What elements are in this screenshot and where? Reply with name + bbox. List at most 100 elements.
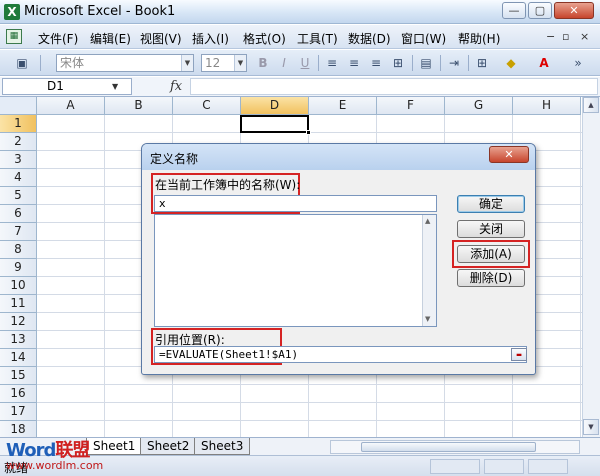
dialog-titlebar[interactable]: 定义名称 ✕ bbox=[142, 144, 535, 170]
menu-tools[interactable]: 工具(T) bbox=[297, 30, 338, 47]
doc-close-button[interactable]: × bbox=[580, 30, 589, 43]
chevron-down-icon[interactable]: ▼ bbox=[234, 55, 246, 71]
row-header-11[interactable]: 11 bbox=[0, 295, 37, 313]
borders-icon[interactable]: ⊞ bbox=[474, 55, 490, 71]
row-header-13[interactable]: 13 bbox=[0, 331, 37, 349]
row-header-14[interactable]: 14 bbox=[0, 349, 37, 367]
close-dialog-button[interactable]: 关闭 bbox=[457, 220, 525, 238]
collapse-dialog-icon[interactable]: ▬ bbox=[511, 348, 527, 361]
row-header-10[interactable]: 10 bbox=[0, 277, 37, 295]
doc-restore-button[interactable]: ▫ bbox=[562, 30, 569, 43]
menu-file[interactable]: 文件(F) bbox=[38, 30, 78, 47]
menu-edit[interactable]: 编辑(E) bbox=[90, 30, 131, 47]
toolbar-options-icon[interactable]: » bbox=[570, 55, 586, 71]
row-header-18[interactable]: 18 bbox=[0, 421, 37, 437]
grid-line bbox=[37, 402, 582, 403]
menu-bar: ▦ 文件(F) 编辑(E) 视图(V) 插入(I) 格式(O) 工具(T) 数据… bbox=[0, 25, 600, 49]
italic-button[interactable]: I bbox=[276, 55, 292, 71]
align-left-icon[interactable]: ≡ bbox=[324, 55, 340, 71]
row-header-2[interactable]: 2 bbox=[0, 133, 37, 151]
column-header-d[interactable]: D bbox=[241, 97, 309, 115]
row-header-16[interactable]: 16 bbox=[0, 385, 37, 403]
save-icon[interactable]: ▣ bbox=[14, 55, 30, 71]
names-list[interactable]: ▲ ▼ bbox=[154, 214, 437, 327]
fill-handle[interactable] bbox=[306, 130, 311, 135]
sheet-tab-sheet1[interactable]: Sheet1 bbox=[86, 438, 143, 455]
column-header-f[interactable]: F bbox=[377, 97, 445, 115]
scroll-down-icon[interactable]: ▼ bbox=[583, 419, 599, 435]
workbook-icon[interactable]: ▦ bbox=[6, 29, 22, 44]
scroll-down-icon[interactable]: ▼ bbox=[425, 315, 430, 323]
add-button[interactable]: 添加(A) bbox=[457, 245, 525, 263]
sheet-tab-sheet2[interactable]: Sheet2 bbox=[140, 438, 197, 455]
ref-input[interactable]: =EVALUATE(Sheet1!$A1) ▬ bbox=[154, 346, 527, 363]
row-header-3[interactable]: 3 bbox=[0, 151, 37, 169]
insert-function-icon[interactable]: fx bbox=[170, 79, 182, 94]
align-right-icon[interactable]: ≡ bbox=[368, 55, 384, 71]
scroll-thumb[interactable] bbox=[361, 442, 536, 452]
row-header-7[interactable]: 7 bbox=[0, 223, 37, 241]
minimize-button[interactable]: — bbox=[502, 2, 526, 19]
grid-line bbox=[37, 420, 582, 421]
row-header-6[interactable]: 6 bbox=[0, 205, 37, 223]
merge-center-icon[interactable]: ⊞ bbox=[390, 55, 406, 71]
row-header-17[interactable]: 17 bbox=[0, 403, 37, 421]
font-color-icon[interactable]: A bbox=[536, 55, 552, 71]
column-header-g[interactable]: G bbox=[445, 97, 513, 115]
indent-icon[interactable]: ⇥ bbox=[446, 55, 462, 71]
ok-button[interactable]: 确定 bbox=[457, 195, 525, 213]
restore-button[interactable]: ▢ bbox=[528, 2, 552, 19]
currency-icon[interactable]: ▤ bbox=[418, 55, 434, 71]
row-header-8[interactable]: 8 bbox=[0, 241, 37, 259]
toolbar-separator bbox=[412, 55, 413, 71]
bold-button[interactable]: B bbox=[255, 55, 271, 71]
formula-input[interactable] bbox=[190, 78, 598, 95]
menu-window[interactable]: 窗口(W) bbox=[401, 30, 446, 47]
align-center-icon[interactable]: ≡ bbox=[346, 55, 362, 71]
row-header-15[interactable]: 15 bbox=[0, 367, 37, 385]
scroll-up-icon[interactable]: ▲ bbox=[425, 217, 430, 225]
row-header-9[interactable]: 9 bbox=[0, 259, 37, 277]
define-name-dialog: 定义名称 ✕ 在当前工作簿中的名称(W): x ▲ ▼ 引用位置(R): =EV… bbox=[141, 143, 536, 375]
chevron-down-icon[interactable]: ▼ bbox=[181, 55, 193, 71]
list-scrollbar[interactable]: ▲ ▼ bbox=[422, 215, 436, 326]
status-cell bbox=[430, 459, 480, 474]
watermark-logo-suffix: 联盟 bbox=[55, 440, 90, 461]
toolbar-separator bbox=[40, 55, 41, 71]
horizontal-scrollbar[interactable] bbox=[330, 440, 580, 454]
dialog-close-button[interactable]: ✕ bbox=[489, 146, 529, 163]
underline-button[interactable]: U bbox=[297, 55, 313, 71]
name-input[interactable]: x bbox=[154, 195, 437, 212]
select-all-corner[interactable] bbox=[0, 97, 37, 115]
menu-insert[interactable]: 插入(I) bbox=[192, 30, 229, 47]
row-header-4[interactable]: 4 bbox=[0, 169, 37, 187]
row-header-1[interactable]: 1 bbox=[0, 115, 37, 133]
row-header-12[interactable]: 12 bbox=[0, 313, 37, 331]
font-name-combo[interactable]: 宋体 ▼ bbox=[56, 54, 194, 72]
menu-data[interactable]: 数据(D) bbox=[348, 30, 391, 47]
column-header-h[interactable]: H bbox=[513, 97, 581, 115]
sheet-tab-sheet3[interactable]: Sheet3 bbox=[194, 438, 251, 455]
watermark-logo-prefix: Word bbox=[6, 440, 56, 461]
column-header-b[interactable]: B bbox=[105, 97, 173, 115]
column-header-c[interactable]: C bbox=[173, 97, 241, 115]
column-header-a[interactable]: A bbox=[37, 97, 105, 115]
scroll-up-icon[interactable]: ▲ bbox=[583, 97, 599, 113]
row-header-5[interactable]: 5 bbox=[0, 187, 37, 205]
menu-view[interactable]: 视图(V) bbox=[140, 30, 182, 47]
name-label: 在当前工作簿中的名称(W): bbox=[155, 178, 301, 192]
fill-color-icon[interactable]: ◆ bbox=[503, 55, 519, 71]
font-size-combo[interactable]: 12 ▼ bbox=[201, 54, 247, 72]
ref-value: =EVALUATE(Sheet1!$A1) bbox=[159, 348, 299, 361]
delete-button[interactable]: 删除(D) bbox=[457, 269, 525, 287]
watermark-url: www.wordlm.com bbox=[6, 459, 104, 472]
menu-format[interactable]: 格式(O) bbox=[243, 30, 286, 47]
formula-bar: D1 ▼ fx bbox=[0, 77, 600, 97]
vertical-scrollbar[interactable]: ▲ ▼ bbox=[582, 97, 600, 437]
close-button[interactable]: ✕ bbox=[554, 2, 594, 19]
doc-minimize-button[interactable]: − bbox=[546, 30, 555, 43]
active-cell[interactable] bbox=[240, 115, 309, 133]
chevron-down-icon[interactable]: ▼ bbox=[112, 82, 118, 91]
menu-help[interactable]: 帮助(H) bbox=[458, 30, 500, 47]
column-header-e[interactable]: E bbox=[309, 97, 377, 115]
